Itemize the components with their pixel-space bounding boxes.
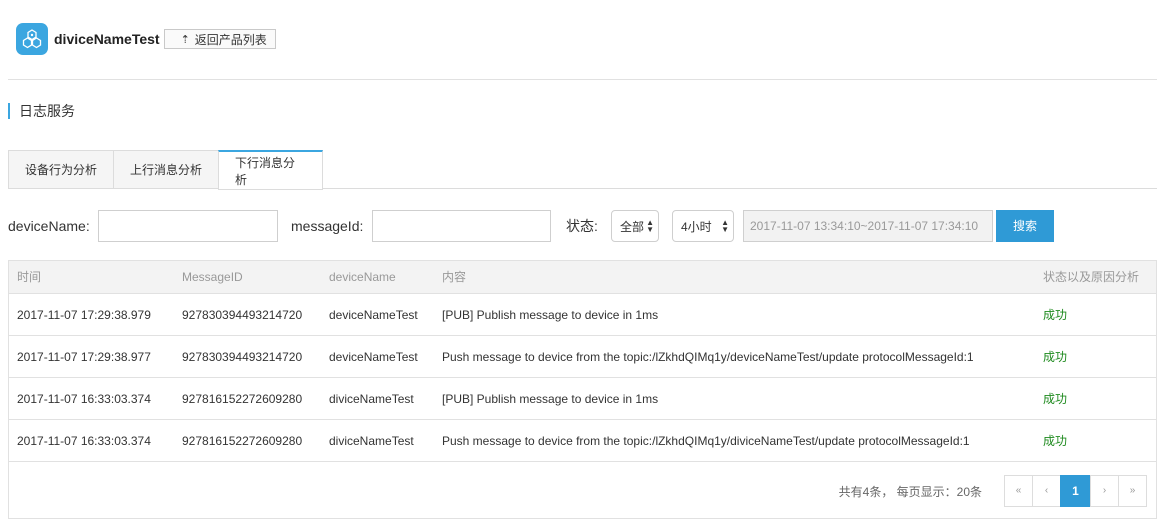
- back-to-product-list-button[interactable]: ⇡ 返回产品列表: [163, 29, 276, 49]
- column-header-content: 内容: [442, 270, 467, 284]
- cell-content: Push message to device from the topic:/l…: [442, 350, 974, 364]
- search-button[interactable]: 搜索: [996, 210, 1054, 242]
- status-label: 状态:: [566, 218, 598, 234]
- next-page-button[interactable]: ›: [1090, 475, 1119, 507]
- header-divider: [8, 79, 1157, 80]
- table-header: 时间 MessageID deviceName 内容 状态以及原因分析: [9, 261, 1156, 294]
- cell-content: [PUB] Publish message to device in 1ms: [442, 308, 659, 322]
- select-caret-icon: ▲ ▼: [721, 218, 729, 234]
- tab-label: 设备行为分析: [25, 163, 98, 177]
- back-button-label: 返回产品列表: [194, 32, 267, 47]
- cell-message-id: 927816152272609280: [182, 392, 303, 406]
- message-log-table: 时间 MessageID deviceName 内容 状态以及原因分析 2017…: [8, 260, 1157, 519]
- tab-upstream-messages[interactable]: 上行消息分析: [113, 150, 218, 189]
- table-row: 2017-11-07 17:29:38.979 9278303944932147…: [9, 294, 1156, 336]
- filter-bar: deviceName: messageId: 状态: 全部 ▲ ▼ 4小时 ▲ ▼ …: [8, 210, 1158, 242]
- column-header-status: 状态以及原因分析: [1043, 270, 1140, 284]
- first-page-button[interactable]: «: [1004, 475, 1033, 507]
- cell-status: 成功: [1043, 392, 1068, 406]
- cell-device-name: diviceNameTest: [329, 392, 414, 406]
- table-row: 2017-11-07 16:33:03.374 9278161522726092…: [9, 420, 1156, 462]
- column-header-time: 时间: [17, 270, 42, 284]
- pagination: « ‹ 1 › »: [1004, 475, 1147, 507]
- period-select[interactable]: 4小时 ▲ ▼: [672, 210, 734, 242]
- cell-message-id: 927830394493214720: [182, 350, 303, 364]
- status-select[interactable]: 全部 ▲ ▼: [611, 210, 659, 242]
- tab-downstream-messages[interactable]: 下行消息分析: [218, 150, 323, 190]
- table-row: 2017-11-07 16:33:03.374 9278161522726092…: [9, 378, 1156, 420]
- analysis-tabs: 设备行为分析 上行消息分析 下行消息分析: [8, 150, 1157, 190]
- tab-label: 上行消息分析: [130, 163, 203, 177]
- table-row: 2017-11-07 17:29:38.977 9278303944932147…: [9, 336, 1156, 378]
- section-title: 日志服务: [8, 103, 75, 119]
- status-select-value: 全部: [620, 219, 645, 234]
- prev-page-button[interactable]: ‹: [1032, 475, 1061, 507]
- cell-status: 成功: [1043, 434, 1068, 448]
- cell-status: 成功: [1043, 308, 1068, 322]
- cell-content: [PUB] Publish message to device in 1ms: [442, 392, 659, 406]
- upload-arrow-icon: ⇡: [180, 33, 190, 46]
- tab-label: 下行消息分析: [235, 155, 296, 187]
- cell-message-id: 927816152272609280: [182, 434, 303, 448]
- product-title: diviceNameTest: [54, 31, 160, 47]
- page-1-button[interactable]: 1: [1060, 475, 1091, 507]
- tab-device-behavior[interactable]: 设备行为分析: [8, 150, 113, 189]
- message-id-input[interactable]: [372, 210, 551, 242]
- cell-content: Push message to device from the topic:/l…: [442, 434, 970, 448]
- column-header-message-id: MessageID: [182, 270, 243, 284]
- last-page-button[interactable]: »: [1118, 475, 1147, 507]
- table-footer: 共有4条， 每页显示：20条 « ‹ 1 › »: [9, 462, 1156, 519]
- cell-device-name: deviceNameTest: [329, 350, 418, 364]
- cell-status: 成功: [1043, 350, 1068, 364]
- select-caret-icon: ▲ ▼: [646, 218, 654, 234]
- date-range-input[interactable]: 2017-11-07 13:34:10~2017-11-07 17:34:10: [743, 210, 993, 242]
- device-name-input[interactable]: [98, 210, 278, 242]
- cell-time: 2017-11-07 16:33:03.374: [17, 434, 151, 448]
- cell-message-id: 927830394493214720: [182, 308, 303, 322]
- product-header: diviceNameTest ⇡ 返回产品列表: [16, 22, 276, 56]
- device-name-label: deviceName:: [8, 218, 90, 234]
- pagination-summary: 共有4条， 每页显示：20条: [838, 485, 982, 499]
- cell-time: 2017-11-07 17:29:38.979: [17, 308, 151, 322]
- column-header-device-name: deviceName: [329, 270, 396, 284]
- cell-device-name: diviceNameTest: [329, 434, 414, 448]
- message-id-label: messageId:: [291, 218, 364, 234]
- cell-time: 2017-11-07 16:33:03.374: [17, 392, 151, 406]
- product-logo-icon: [16, 23, 48, 55]
- cell-time: 2017-11-07 17:29:38.977: [17, 350, 151, 364]
- cell-device-name: deviceNameTest: [329, 308, 418, 322]
- period-select-value: 4小时: [681, 219, 712, 234]
